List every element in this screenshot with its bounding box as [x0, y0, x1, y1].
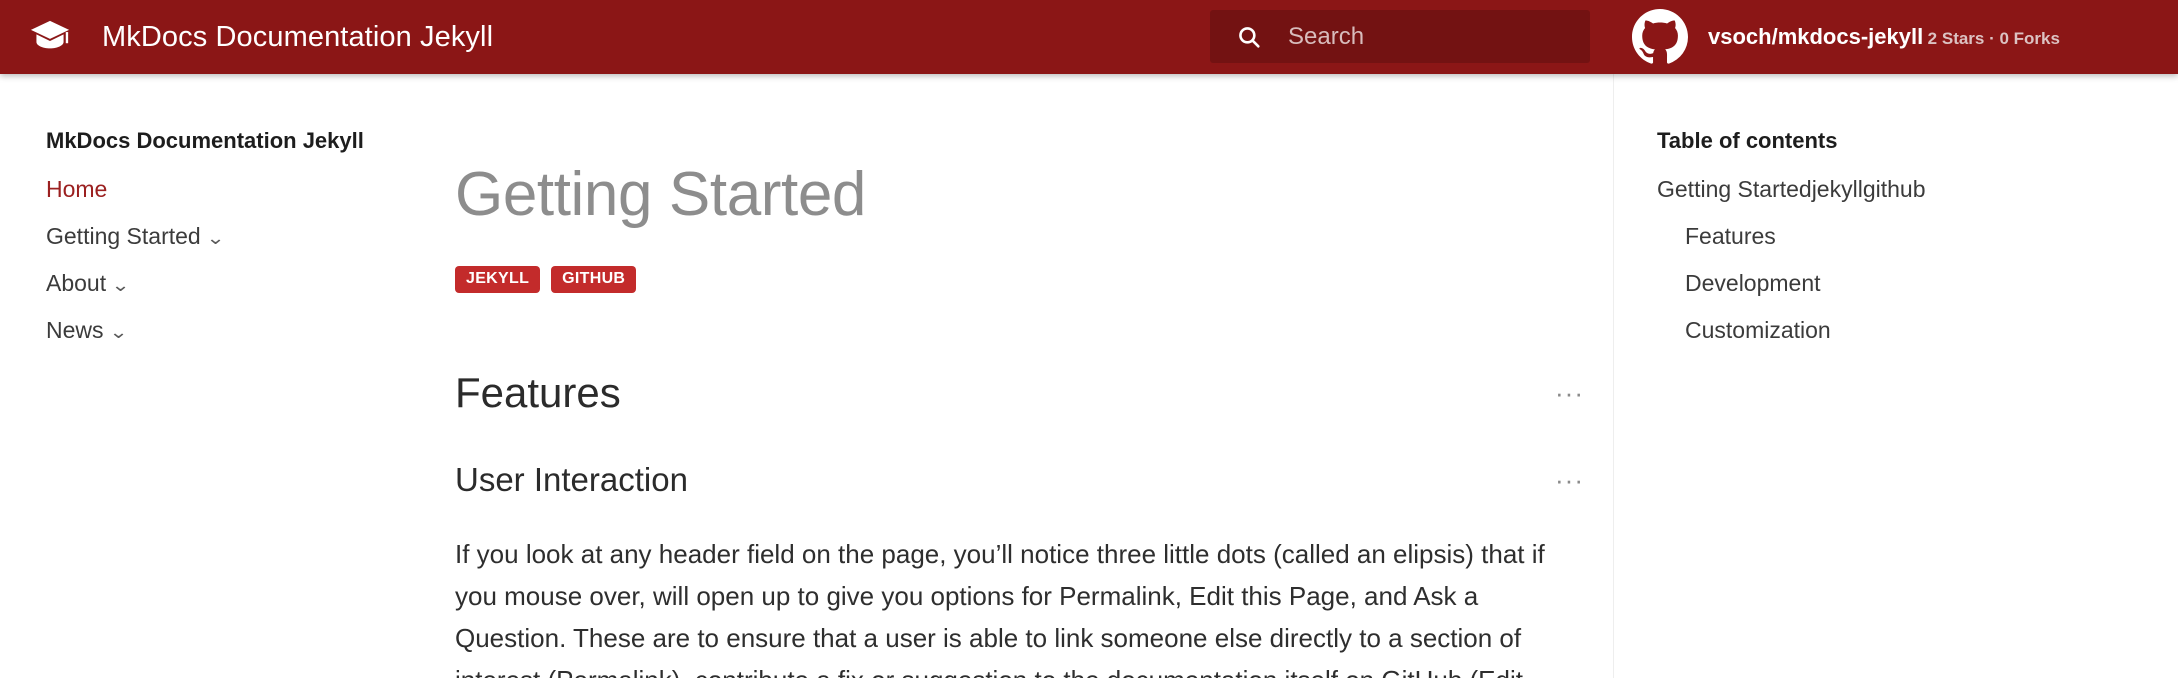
user-interaction-paragraph: If you look at any header field on the p…	[455, 539, 1545, 678]
toc-item-features[interactable]: Features	[1657, 223, 2127, 250]
tag-jekyll[interactable]: JEKYLL	[455, 266, 541, 293]
repo-name: vsoch/mkdocs-jekyll	[1708, 23, 1924, 49]
toc-item-customization[interactable]: Customization	[1657, 317, 2127, 344]
table-of-contents: Table of contents Getting Startedjekyllg…	[1657, 128, 2127, 364]
tag-github[interactable]: GITHUB	[551, 266, 637, 293]
site-header: MkDocs Documentation Jekyll vsoch/mkdocs…	[0, 0, 2178, 74]
features-heading: Features	[455, 369, 621, 416]
user-interaction-heading: User Interaction	[455, 461, 688, 498]
brand[interactable]: MkDocs Documentation Jekyll	[28, 15, 493, 59]
toc-title: Table of contents	[1657, 128, 1838, 153]
toc-item-development[interactable]: Development	[1657, 270, 2127, 297]
sidebar-item-getting-started[interactable]: Getting Started ⌄	[46, 223, 426, 250]
sidebar-item-label: Getting Started	[46, 223, 201, 249]
search-icon	[1236, 24, 1262, 50]
ellipsis-icon[interactable]: ···	[1549, 379, 1590, 406]
main-content: Getting Started JEKYLL GITHUB Features ·…	[455, 74, 1595, 678]
repo-link[interactable]: vsoch/mkdocs-jekyll 2 Stars · 0 Forks	[1632, 0, 2060, 74]
sidebar-item-about[interactable]: About ⌄	[46, 270, 426, 297]
repo-stats: 2 Stars · 0 Forks	[1927, 28, 2060, 48]
sidebar-item-news[interactable]: News ⌄	[46, 317, 426, 344]
sidebar-item-home[interactable]: Home	[46, 176, 426, 203]
sidebar-title: MkDocs Documentation Jekyll	[46, 128, 364, 153]
sidebar-item-label: Home	[46, 176, 108, 202]
tag-list: JEKYLL GITHUB	[455, 266, 1595, 293]
toc-item-getting-started[interactable]: Getting Startedjekyllgithub	[1657, 176, 2127, 203]
site-title: MkDocs Documentation Jekyll	[102, 20, 494, 53]
content-toc-divider	[1613, 74, 1614, 678]
page-body: MkDocs Documentation Jekyll Home Getting…	[0, 74, 2178, 678]
user-interaction-heading-row: User Interaction ···	[455, 461, 1590, 499]
search-input[interactable]	[1286, 21, 1566, 52]
repo-text: vsoch/mkdocs-jekyll 2 Stars · 0 Forks	[1708, 23, 2060, 50]
page-title: Getting Started	[455, 160, 867, 229]
features-heading-row: Features ···	[455, 369, 1590, 417]
chevron-down-icon: ⌄	[205, 228, 225, 248]
chevron-down-icon: ⌄	[111, 275, 131, 295]
chevron-down-icon: ⌄	[108, 322, 128, 342]
sidebar-nav: MkDocs Documentation Jekyll Home Getting…	[46, 128, 426, 364]
ellipsis-icon[interactable]: ···	[1549, 466, 1590, 493]
sidebar-item-label: About	[46, 270, 107, 296]
sidebar-item-label: News	[46, 317, 104, 343]
graduation-cap-icon	[28, 15, 72, 59]
search-box[interactable]	[1210, 10, 1590, 63]
github-icon	[1632, 9, 1688, 65]
